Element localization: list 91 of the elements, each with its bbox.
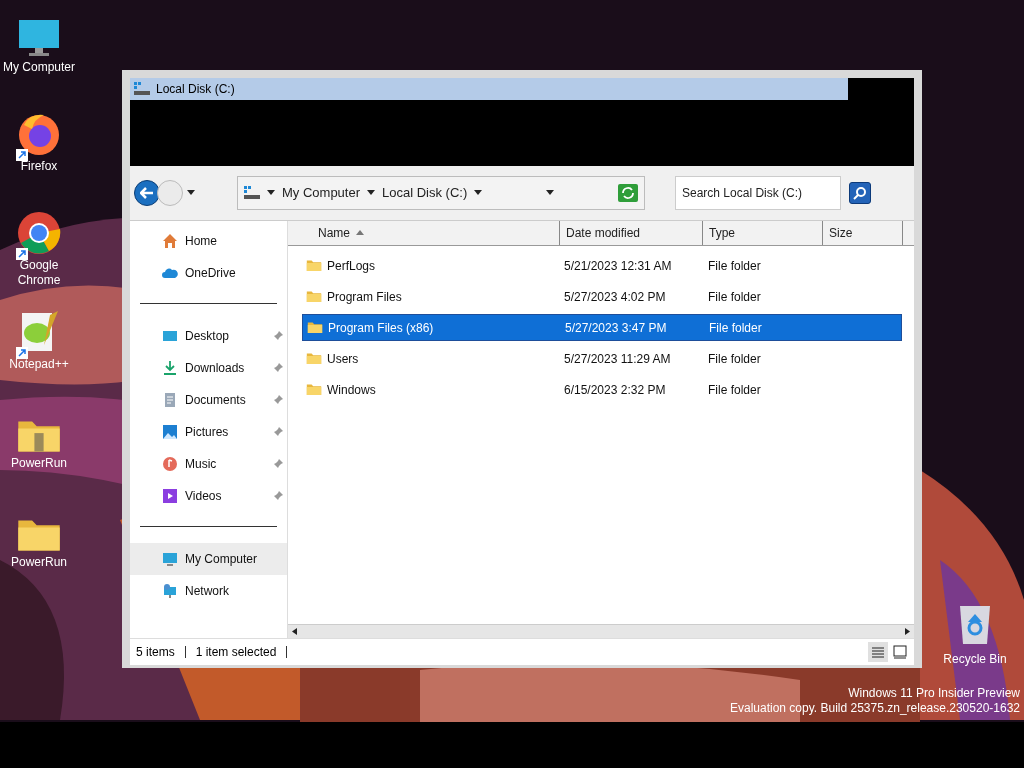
file-name: PerfLogs	[327, 257, 376, 275]
desktop-icon-label: My Computer	[3, 60, 75, 75]
search-icon	[853, 186, 867, 200]
shortcut-arrow-icon	[16, 149, 28, 161]
desktop-icon-label: Recycle Bin	[943, 651, 1007, 668]
sidebar-item[interactable]: OneDrive	[130, 257, 287, 289]
home-icon	[162, 233, 178, 249]
column-header[interactable]: Type	[703, 221, 823, 245]
browser-icon	[16, 210, 62, 256]
monitor-icon	[162, 551, 178, 567]
desktop-icon-label: PowerRun	[11, 456, 67, 471]
horizontal-scrollbar[interactable]	[288, 624, 914, 638]
caret-icon	[187, 190, 195, 196]
download-icon	[162, 360, 178, 376]
file-row[interactable]: PerfLogs 5/21/2023 12:31 AM File folder	[302, 252, 902, 279]
pin-icon	[273, 459, 283, 469]
column-header[interactable]: Date modified	[560, 221, 703, 245]
file-type: File folder	[707, 350, 762, 368]
sidebar-item[interactable]: Videos	[130, 480, 287, 512]
file-row[interactable]: Windows 6/15/2023 2:32 PM File folder	[302, 376, 902, 403]
document-icon	[162, 392, 178, 408]
desktop-icon-label: PowerRun	[11, 555, 67, 570]
caret-icon	[367, 190, 376, 196]
file-name: Program Files (x86)	[328, 319, 434, 337]
monitor-icon	[17, 18, 61, 58]
sidebar-item[interactable]: My Computer	[130, 543, 287, 575]
folder-icon	[306, 259, 322, 272]
pin-icon	[273, 363, 283, 373]
sidebar-item[interactable]: Music	[130, 448, 287, 480]
window-title: Local Disk (C:)	[156, 81, 235, 98]
sidebar-item[interactable]: Downloads	[130, 352, 287, 384]
search-field[interactable]: Search Local Disk (C:)	[675, 176, 841, 210]
desktop-icon-label: Firefox	[20, 159, 58, 174]
breadcrumb[interactable]: My Computer	[282, 183, 361, 203]
sidebar-item[interactable]: Pictures	[130, 416, 287, 448]
item-count: 5 items	[136, 644, 175, 661]
file-type: File folder	[707, 257, 762, 275]
back-arrow-icon	[140, 187, 154, 199]
breadcrumb[interactable]: Local Disk (C:)	[382, 183, 468, 203]
video-icon	[162, 488, 178, 504]
sidebar-item[interactable]: Home	[130, 225, 287, 257]
file-row[interactable]: Program Files (x86) 5/27/2023 3:47 PM File folder	[302, 314, 902, 341]
address-bar[interactable]: My Computer Local Disk (C:)	[237, 176, 645, 210]
shortcut-arrow-icon	[16, 248, 28, 260]
os-notice-text: Windows 11 Pro Insider Preview	[848, 686, 1020, 701]
date-modified: 6/15/2023 2:32 PM	[563, 381, 667, 399]
date-modified: 5/27/2023 4:02 PM	[563, 288, 667, 306]
column-header[interactable]: Size	[823, 221, 903, 245]
back-button[interactable]	[134, 180, 160, 206]
desktop-icon	[162, 328, 178, 344]
file-row[interactable]: Program Files 5/27/2023 4:02 PM File folder	[302, 283, 902, 310]
file-type: File folder	[707, 288, 762, 306]
sidebar-item[interactable]: Network	[130, 575, 287, 607]
pin-icon	[273, 427, 283, 437]
folder-icon	[307, 321, 323, 334]
selection-status: 1 item selected	[195, 644, 277, 661]
music-icon	[162, 456, 178, 472]
sidebar-item[interactable]: Desktop	[130, 320, 287, 352]
caret-icon	[474, 190, 483, 196]
drive-icon	[134, 82, 150, 96]
shortcut-arrow-icon	[16, 347, 28, 359]
file-name: Windows	[327, 381, 376, 399]
column-header[interactable]: Name	[288, 221, 560, 245]
caret-icon	[546, 190, 554, 196]
large-icons-view-icon[interactable]	[892, 644, 908, 660]
file-row[interactable]: Users 5/27/2023 11:29 AM File folder	[302, 345, 902, 372]
refresh-icon[interactable]	[618, 184, 638, 202]
file-name: Users	[327, 350, 359, 368]
caret-icon	[356, 230, 364, 236]
pin-icon	[273, 395, 283, 405]
date-modified: 5/21/2023 12:31 AM	[563, 257, 673, 275]
network-icon	[162, 583, 178, 599]
date-modified: 5/27/2023 3:47 PM	[564, 319, 668, 337]
details-view-icon[interactable]	[868, 642, 888, 662]
desktop-icon-label: Google Chrome	[16, 258, 62, 288]
file-type: File folder	[707, 381, 762, 399]
file-name: Program Files	[327, 288, 402, 306]
folder-icon	[306, 290, 322, 303]
sidebar-item[interactable]: Documents	[130, 384, 287, 416]
pictures-icon	[162, 424, 178, 440]
file-type: File folder	[708, 319, 763, 337]
date-modified: 5/27/2023 11:29 AM	[563, 350, 672, 368]
desktop-icon-label: Notepad++	[9, 357, 69, 372]
caret-icon	[267, 190, 275, 196]
pin-icon	[273, 331, 283, 341]
os-notice-text: Evaluation copy. Build 25375.zn_release.230520-1632	[730, 701, 1020, 716]
folder-icon	[306, 352, 322, 365]
drive-icon	[244, 186, 260, 200]
search-button[interactable]	[849, 182, 871, 204]
folder-icon	[306, 383, 322, 396]
pin-icon	[273, 491, 283, 501]
